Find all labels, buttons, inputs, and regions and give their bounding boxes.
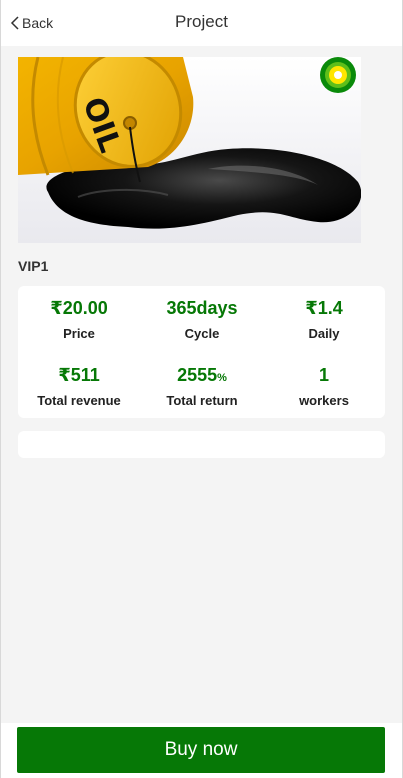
- stat-label: workers: [299, 393, 349, 408]
- product-name: VIP1: [18, 258, 49, 274]
- stat-price: ₹20.00 Price: [18, 297, 140, 342]
- page-title: Project: [175, 12, 228, 31]
- stat-number: 2555: [177, 365, 218, 385]
- stat-label: Daily: [308, 326, 340, 341]
- stat-value: ₹511: [58, 365, 100, 385]
- description-card: [18, 431, 385, 458]
- stat-cycle: 365days Cycle: [141, 297, 263, 342]
- stat-value: ₹1.4: [305, 298, 343, 318]
- stat-unit: %: [217, 372, 227, 384]
- stat-value: 365days: [166, 298, 238, 318]
- product-image: OIL: [18, 57, 361, 243]
- top-bar: Back Project: [1, 0, 402, 46]
- bottom-bar: Buy now: [1, 723, 402, 778]
- bp-logo-icon: [320, 57, 356, 93]
- stat-label: Cycle: [184, 326, 220, 341]
- stat-value: 1: [318, 365, 329, 385]
- stat-daily: ₹1.4 Daily: [263, 297, 385, 342]
- stat-workers: 1 workers: [263, 364, 385, 409]
- stat-value: 2555%: [141, 364, 263, 386]
- stat-value: ₹20.00: [50, 298, 108, 318]
- stat-total-revenue: ₹511 Total revenue: [18, 364, 140, 409]
- stats-card: ₹20.00 Price 365days Cycle ₹1.4 Daily ₹5…: [18, 286, 385, 418]
- stat-total-return: 2555% Total return: [141, 364, 263, 409]
- stat-label: Total return: [166, 393, 238, 408]
- buy-now-button[interactable]: Buy now: [17, 727, 385, 773]
- stat-label: Total revenue: [37, 393, 121, 408]
- stat-label: Price: [63, 326, 95, 341]
